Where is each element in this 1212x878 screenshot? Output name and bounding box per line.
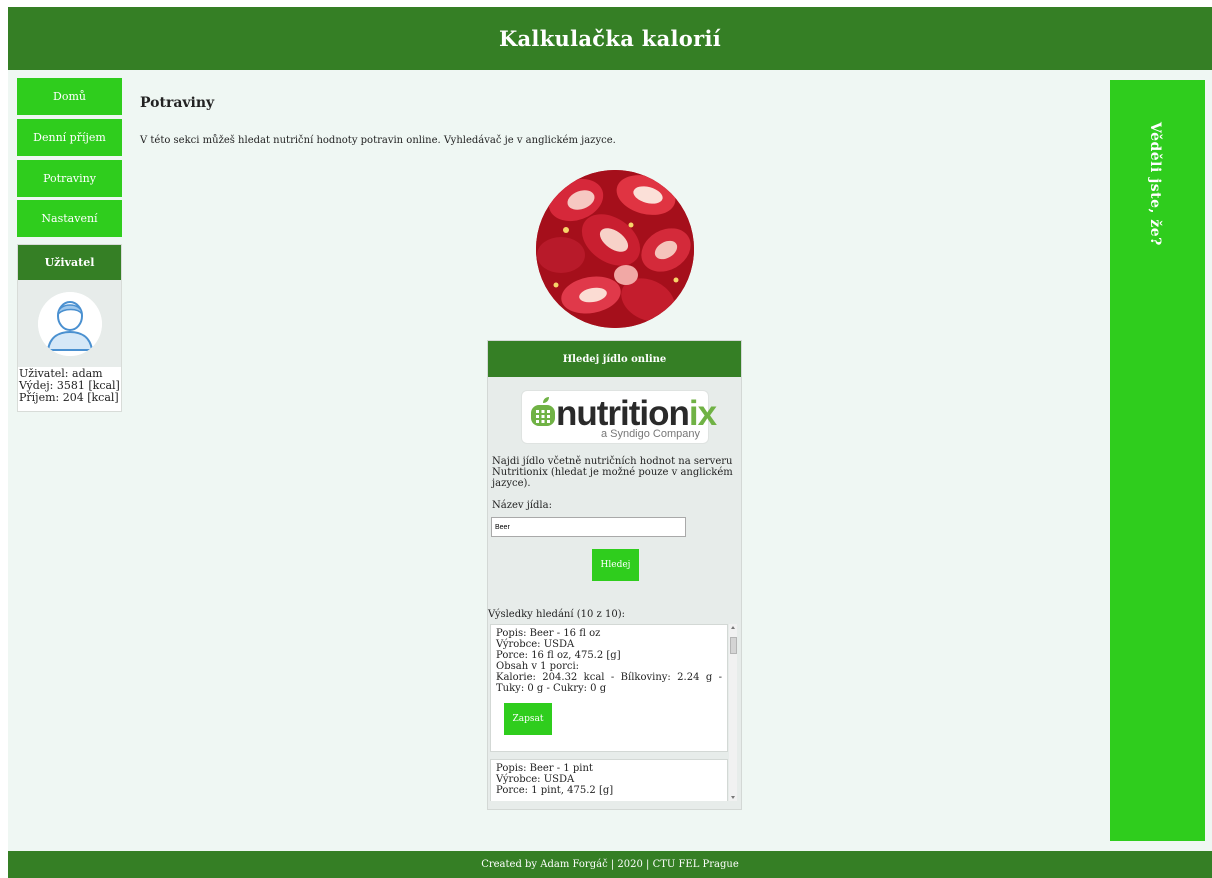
user-panel-title: Uživatel	[18, 245, 121, 280]
avatar-area	[18, 280, 121, 367]
record-button[interactable]: Zapsat	[504, 703, 552, 735]
results-count-label: Výsledky hledání (10 z 10):	[488, 609, 625, 620]
app-title: Kalkulačka kalorií	[498, 26, 722, 51]
result-desc: Popis: Beer - 1 pint	[496, 763, 593, 774]
nav-foods-button[interactable]: Potraviny	[17, 160, 122, 197]
search-description: Najdi jídlo včetně nutričních hodnot na …	[492, 456, 733, 489]
result-desc: Popis: Beer - 16 fl oz	[496, 628, 601, 639]
result-content-label: Obsah v 1 porci:	[496, 661, 580, 672]
scroll-up-icon[interactable]	[731, 626, 735, 629]
nav-settings-button[interactable]: Nastavení	[17, 200, 122, 237]
results-scrollbar[interactable]	[729, 624, 737, 801]
result-item: Popis: Beer - 16 fl oz Výrobce: USDA Por…	[490, 624, 728, 752]
logo-subtitle: a Syndigo Company	[600, 428, 700, 440]
search-button[interactable]: Hledej	[592, 549, 639, 581]
food-name-label: Název jídla:	[492, 500, 552, 511]
user-stats: Uživatel: adam Výdej: 3581 [kcal] Příjem…	[18, 367, 121, 405]
food-name-input[interactable]	[491, 517, 686, 537]
user-avatar-icon	[38, 292, 102, 356]
result-portion: Porce: 1 pint, 475.2 [g]	[496, 785, 614, 796]
scroll-thumb[interactable]	[730, 637, 737, 654]
did-you-know-panel: Věděli jste, že?	[1110, 80, 1205, 841]
did-you-know-title: Věděli jste, že?	[1147, 122, 1163, 246]
footer: Created by Adam Forgáč | 2020 | CTU FEL …	[8, 851, 1212, 878]
results-list[interactable]: Popis: Beer - 16 fl oz Výrobce: USDA Por…	[488, 624, 741, 801]
nutritionix-logo: nutritionix a Syndigo Company	[521, 390, 717, 444]
page-title: Potraviny	[140, 95, 215, 111]
app-header: Kalkulačka kalorií	[8, 7, 1212, 70]
user-intake-line: Příjem: 204 [kcal]	[19, 391, 119, 404]
strawberries-image	[536, 170, 694, 328]
result-maker: Výrobce: USDA	[496, 639, 575, 650]
result-portion: Porce: 16 fl oz, 475.2 [g]	[496, 650, 621, 661]
food-search-panel: Hledej jídlo online nutritionix a Syndig…	[487, 340, 742, 810]
nav-daily-intake-button[interactable]: Denní příjem	[17, 119, 122, 156]
user-panel: Uživatel Uživatel: adam Výdej: 3581 [kca…	[17, 244, 122, 412]
apple-icon	[531, 397, 555, 426]
result-item: Popis: Beer - 1 pint Výrobce: USDA Porce…	[490, 759, 728, 801]
page-intro-text: V této sekci můžeš hledat nutriční hodno…	[140, 135, 616, 146]
nav-home-button[interactable]: Domů	[17, 78, 122, 115]
footer-text: Created by Adam Forgáč | 2020 | CTU FEL …	[481, 859, 739, 870]
search-panel-title: Hledej jídlo online	[488, 341, 741, 377]
scroll-down-icon[interactable]	[731, 796, 735, 799]
result-maker: Výrobce: USDA	[496, 774, 575, 785]
result-nutrients: Kalorie: 204.32 kcal - Bílkoviny: 2.24 g…	[496, 672, 722, 694]
